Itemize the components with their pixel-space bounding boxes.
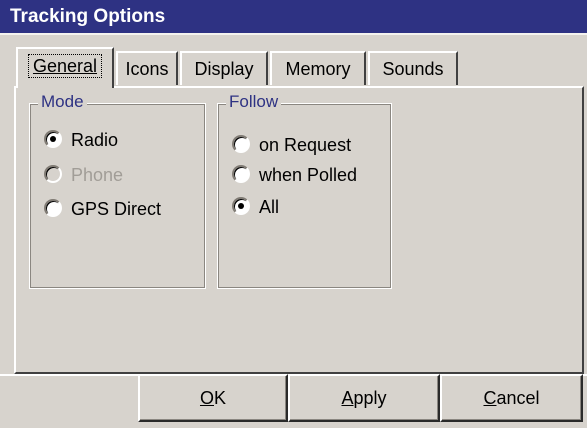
follow-on-request-label: on Request (259, 135, 352, 155)
tab-memory[interactable]: Memory (270, 51, 366, 85)
follow-all-label: All (259, 197, 280, 217)
tab-general-label: General (27, 54, 103, 78)
tab-general[interactable]: General (16, 47, 114, 88)
mode-group-title: Mode (38, 91, 87, 113)
ok-button[interactable]: OK (138, 374, 288, 422)
radio-button-disabled-icon (44, 165, 62, 183)
ok-label-rest: K (214, 388, 227, 408)
ok-mnemonic: O (199, 388, 214, 408)
radio-button-icon[interactable] (44, 199, 62, 217)
follow-groupbox: Follow on Request when Polled All (217, 91, 392, 289)
window-title: Tracking Options (10, 6, 166, 27)
tab-page-general: Mode Radio Phone GPS Direct Follow on Re… (14, 86, 584, 374)
mode-groupbox: Mode Radio Phone GPS Direct (29, 91, 206, 289)
tab-memory-label: Memory (285, 59, 351, 79)
apply-button[interactable]: Apply (288, 374, 440, 422)
tracking-options-dialog: Tracking Options General Icons Display M… (0, 0, 587, 428)
cancel-button[interactable]: Cancel (440, 374, 583, 422)
mode-gps-direct-label: GPS Direct (71, 199, 162, 219)
apply-label-rest: pply (353, 388, 387, 408)
title-bar[interactable]: Tracking Options (0, 0, 587, 33)
radio-button-selected-icon[interactable] (232, 197, 250, 215)
cancel-label-rest: ancel (496, 388, 540, 408)
radio-button-icon[interactable] (232, 135, 250, 153)
tab-display-label: Display (194, 59, 254, 79)
tab-icons-label: Icons (125, 59, 169, 79)
tab-sounds[interactable]: Sounds (368, 51, 458, 85)
tab-display[interactable]: Display (180, 51, 268, 85)
follow-group-title: Follow (226, 91, 282, 113)
apply-mnemonic: A (341, 388, 354, 408)
cancel-mnemonic: C (483, 388, 497, 408)
tab-sounds-label: Sounds (382, 59, 444, 79)
radio-button-selected-icon[interactable] (44, 130, 62, 148)
title-divider (0, 33, 587, 35)
follow-when-polled-label: when Polled (259, 165, 358, 185)
radio-button-icon[interactable] (232, 165, 250, 183)
tab-icons[interactable]: Icons (116, 51, 178, 85)
mode-radio-label: Radio (71, 130, 119, 150)
mode-phone-label: Phone (71, 165, 124, 185)
